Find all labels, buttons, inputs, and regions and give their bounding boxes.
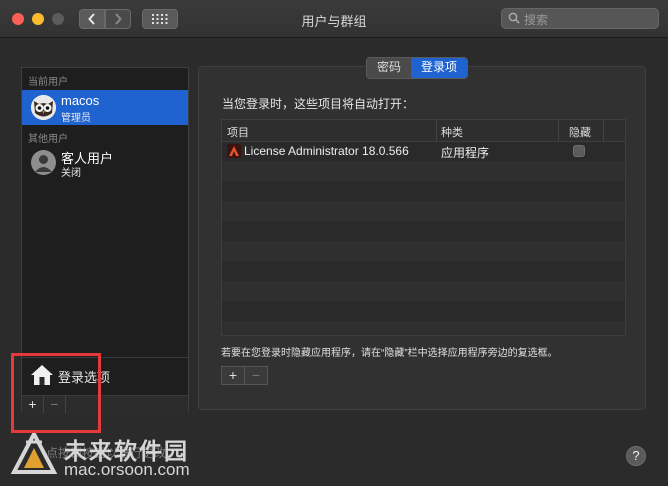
column-header-hidden[interactable]: 隐藏 <box>569 124 591 140</box>
title-bar: 用户与群组 搜索 <box>0 0 668 38</box>
orsoon-logo-icon <box>10 432 58 474</box>
user-role: 管理员 <box>61 113 91 124</box>
annotation-highlight-box <box>11 353 101 433</box>
login-item-name: License Administrator 18.0.566 <box>244 144 409 158</box>
remove-login-item-button[interactable]: − <box>244 367 267 384</box>
search-placeholder: 搜索 <box>524 13 549 27</box>
adobe-app-icon <box>227 144 241 158</box>
guest-status: 关闭 <box>61 168 81 179</box>
hide-hint-text: 若要在您登录时隐藏应用程序，请在“隐藏”栏中选择应用程序旁边的复选框。 <box>221 348 558 359</box>
table-row[interactable]: License Administrator 18.0.566 应用程序 <box>222 141 625 161</box>
tab-login-items[interactable]: 登录项 <box>411 58 468 78</box>
current-users-label: 当前用户 <box>28 77 68 88</box>
table-row <box>222 281 625 301</box>
login-items-intro: 当您登录时，这些项目将自动打开： <box>222 97 415 111</box>
column-header-item[interactable]: 项目 <box>227 124 249 140</box>
watermark-url: mac.orsoon.com <box>64 460 190 479</box>
user-row-macos[interactable]: macos 管理员 <box>22 90 188 125</box>
segmented-tabs: 密码 登录项 <box>366 57 469 79</box>
tab-password[interactable]: 密码 <box>367 58 412 78</box>
login-item-kind: 应用程序 <box>441 146 490 160</box>
column-divider[interactable] <box>603 120 604 141</box>
table-row <box>222 201 625 221</box>
login-items-add-remove: + − <box>221 366 268 385</box>
login-items-table: 项目 种类 隐藏 License Administrator 18.0.566 … <box>221 119 626 336</box>
other-users-label: 其他用户 <box>28 134 68 145</box>
person-icon <box>31 150 56 175</box>
column-divider[interactable] <box>436 120 437 141</box>
search-icon <box>508 12 520 24</box>
hide-checkbox[interactable] <box>573 145 585 157</box>
help-button[interactable]: ? <box>626 446 646 466</box>
table-row <box>222 241 625 261</box>
search-field[interactable]: 搜索 <box>501 8 659 29</box>
table-row <box>222 321 625 335</box>
column-divider[interactable] <box>558 120 559 141</box>
user-name: macos <box>61 93 100 108</box>
column-header-kind[interactable]: 种类 <box>441 124 463 140</box>
table-row <box>222 161 625 181</box>
add-login-item-button[interactable]: + <box>222 367 244 384</box>
table-header: 项目 种类 隐藏 <box>222 120 625 142</box>
owl-avatar-icon <box>31 95 56 120</box>
user-row-guest[interactable]: 客人用户 关闭 <box>22 145 188 180</box>
